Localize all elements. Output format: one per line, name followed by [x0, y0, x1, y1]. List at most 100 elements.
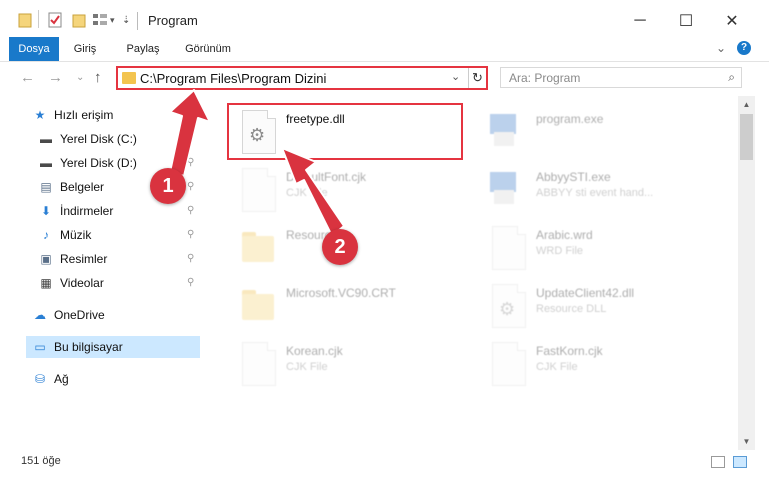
dropdown-icon[interactable]: ▾ [110, 10, 115, 30]
file-name: Microsoft.VC90.CRT [286, 286, 396, 300]
expand-ribbon-icon[interactable]: ⌄ [716, 41, 726, 55]
file-item[interactable]: ⚙ UpdateClient42.dll Resource DLL [478, 276, 718, 336]
title-bar: ▾ ⇣ Program ─ ☐ ✕ [0, 0, 769, 40]
customize-qa-icon[interactable]: ⇣ [122, 10, 130, 30]
up-button[interactable]: ↑ [94, 69, 102, 86]
sidebar-item-label: Bu bilgisayar [54, 340, 123, 354]
forward-button[interactable]: → [48, 69, 63, 86]
refresh-button[interactable]: ↻ [468, 68, 486, 88]
pin-icon[interactable]: ⚲ [187, 277, 194, 288]
sidebar-item-label: Resimler [60, 252, 108, 266]
recent-locations-button[interactable]: ⌄ [76, 72, 84, 83]
file-item[interactable]: FastKorn.cjk CJK File [478, 334, 718, 394]
sidebar-item-this-pc[interactable]: ▭ Bu bilgisayar [26, 336, 200, 358]
vertical-scrollbar[interactable]: ▲ ▼ [738, 96, 755, 450]
sidebar-item-label: Yerel Disk (D:) [60, 156, 137, 170]
folder-item[interactable]: Microsoft.VC90.CRT [228, 276, 468, 336]
properties-icon[interactable] [48, 10, 62, 30]
sidebar-item-label: Müzik [60, 228, 92, 242]
search-box[interactable]: Ara: Program ⌕ [500, 67, 742, 88]
file-type: WRD File [536, 245, 584, 257]
documents-icon: ▤ [40, 180, 52, 194]
pin-icon[interactable]: ⚲ [187, 181, 194, 192]
tab-share[interactable]: Paylaş [120, 37, 166, 61]
pin-icon[interactable]: ⚲ [187, 253, 194, 264]
file-item-program-exe[interactable]: program.exe [478, 102, 718, 162]
tab-view[interactable]: Görünüm [178, 37, 238, 61]
file-type: ABBYY sti event hand... [536, 187, 654, 199]
toolbar-divider [38, 10, 39, 28]
cloud-icon: ☁ [34, 308, 46, 322]
drive-icon: ▬ [40, 156, 52, 170]
sidebar-item-onedrive[interactable]: ☁ OneDrive [32, 304, 200, 326]
sidebar-item-label: Ağ [54, 372, 69, 386]
pictures-icon: ▣ [40, 252, 52, 266]
file-item[interactable]: DefaultFont.cjk CJK File [228, 160, 468, 220]
search-input[interactable]: Ara: Program [509, 71, 580, 85]
minimize-button[interactable]: ─ [620, 8, 660, 34]
star-icon: ★ [34, 108, 46, 122]
file-name: program.exe [536, 112, 604, 126]
back-button[interactable]: ← [20, 69, 35, 86]
pin-icon[interactable]: ⚲ [187, 133, 194, 144]
drive-icon: ▬ [40, 132, 52, 146]
address-bar[interactable]: C:\Program Files\Program Dizini ⌄ ↻ [116, 66, 488, 90]
scroll-down-icon[interactable]: ▼ [738, 433, 755, 450]
file-item[interactable]: Arabic.wrd WRD File [478, 218, 718, 278]
file-item[interactable]: Korean.cjk CJK File [228, 334, 468, 394]
callout-1: 1 [150, 168, 186, 204]
new-folder-icon[interactable] [72, 10, 86, 30]
sidebar-item-label: OneDrive [54, 308, 105, 322]
sidebar-item-local-disk-c[interactable]: ▬ Yerel Disk (C:) ⚲ [38, 128, 200, 150]
folder-icon [242, 284, 276, 328]
address-dropdown-icon[interactable]: ⌄ [451, 70, 460, 83]
sidebar-item-quick-access[interactable]: ★ Hızlı erişim [32, 104, 200, 126]
item-count: 151 öğe [21, 455, 61, 467]
scrollbar-thumb[interactable] [740, 114, 753, 160]
file-icon [242, 342, 276, 386]
file-icon [242, 168, 276, 212]
search-icon[interactable]: ⌕ [728, 70, 735, 85]
address-path[interactable]: C:\Program Files\Program Dizini [140, 71, 326, 86]
file-name: Korean.cjk [286, 344, 343, 358]
window-title: Program [148, 13, 198, 28]
pin-icon[interactable]: ⚲ [187, 229, 194, 240]
sidebar-item-downloads[interactable]: ⬇ İndirmeler ⚲ [38, 200, 200, 222]
sidebar-item-network[interactable]: ⛁ Ağ [32, 368, 200, 390]
computer-icon: ▭ [34, 340, 46, 354]
close-button[interactable]: ✕ [712, 8, 752, 34]
status-bar: 151 öğe [0, 450, 769, 474]
pin-icon[interactable]: ⚲ [187, 205, 194, 216]
file-item[interactable]: AbbyySTI.exe ABBYY sti event hand... [478, 160, 718, 220]
tab-file[interactable]: Dosya [9, 37, 59, 61]
tab-home[interactable]: Giriş [65, 37, 105, 61]
network-icon: ⛁ [34, 372, 46, 386]
file-highlight-box [227, 103, 463, 160]
sidebar-item-music[interactable]: ♪ Müzik ⚲ [38, 224, 200, 246]
sidebar-item-label: Yerel Disk (C:) [60, 132, 137, 146]
file-icon [492, 226, 526, 270]
scroll-up-icon[interactable]: ▲ [738, 96, 755, 113]
file-name: FastKorn.cjk [536, 344, 603, 358]
file-name: AbbyySTI.exe [536, 170, 611, 184]
details-view-icon[interactable] [711, 456, 725, 468]
file-name: DefaultFont.cjk [286, 170, 367, 184]
ribbon: Dosya Giriş Paylaş Görünüm ⌄ [0, 37, 769, 61]
file-name: UpdateClient42.dll [536, 286, 635, 300]
file-type: Resource DLL [536, 303, 607, 315]
file-name: Arabic.wrd [536, 228, 593, 242]
title-divider [137, 12, 138, 30]
help-icon[interactable]: ? [737, 41, 751, 55]
file-type: CJK File [286, 361, 328, 373]
sidebar-item-videos[interactable]: ▦ Videolar ⚲ [38, 272, 200, 294]
music-icon: ♪ [43, 228, 49, 242]
pin-icon[interactable]: ⚲ [187, 157, 194, 168]
folder-icon [18, 10, 32, 30]
sidebar-item-label: İndirmeler [60, 204, 114, 218]
view-menu-icon[interactable] [92, 10, 108, 30]
sidebar-item-label: Belgeler [60, 180, 105, 194]
maximize-button[interactable]: ☐ [666, 8, 706, 34]
sidebar-item-label: Hızlı erişim [54, 108, 114, 122]
large-icons-view-icon[interactable] [733, 456, 747, 468]
sidebar-item-pictures[interactable]: ▣ Resimler ⚲ [38, 248, 200, 270]
